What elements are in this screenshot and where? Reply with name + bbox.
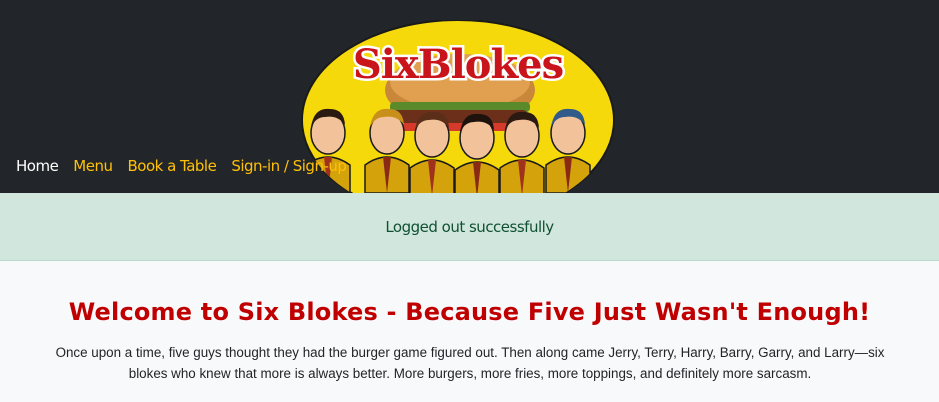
nav-menu-link[interactable]: Menu <box>73 157 113 175</box>
page-title: Welcome to Six Blokes - Because Five Jus… <box>68 298 871 326</box>
alert-message: Logged out successfully <box>385 217 554 236</box>
logo-text: SixBlokes <box>353 41 563 88</box>
nav-home-link[interactable]: Home <box>16 157 59 175</box>
site-header: SixBlokes Home Menu Book a Table Sign-in… <box>0 0 939 193</box>
main-nav: Home Menu Book a Table Sign-in / Sign-up <box>16 157 361 175</box>
main-content: Welcome to Six Blokes - Because Five Jus… <box>0 262 939 402</box>
nav-book-table-link[interactable]: Book a Table <box>127 157 216 175</box>
intro-paragraph: Once upon a time, five guys thought they… <box>55 345 885 381</box>
nav-signin-link[interactable]: Sign-in / Sign-up <box>231 157 347 175</box>
logout-alert: Logged out successfully <box>0 193 939 261</box>
